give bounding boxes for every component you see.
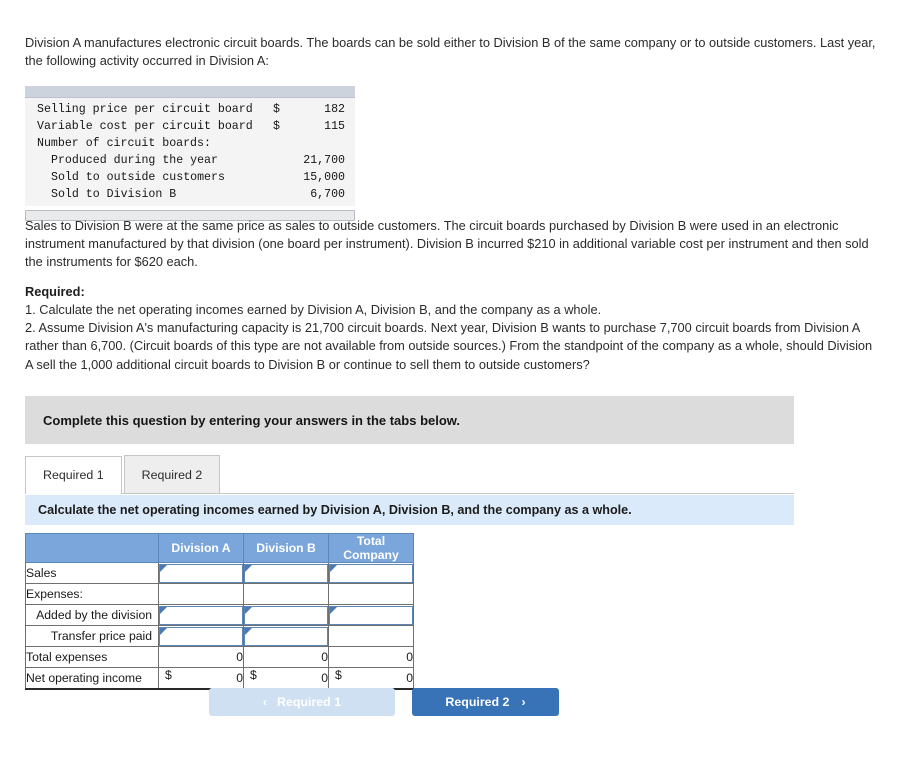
exhibit-row: Sold to Division B 6,700	[25, 186, 355, 203]
exhibit-row-value: 15,000	[303, 171, 345, 185]
computed-money-cell: $0	[158, 667, 244, 690]
empty-cell	[328, 583, 414, 605]
answer-table-header-row: Division A Division B Total Company	[25, 533, 414, 563]
exhibit-top-bar	[25, 86, 355, 98]
row-label: Expenses:	[25, 583, 159, 605]
required-block: Required: 1. Calculate the net operating…	[25, 283, 873, 374]
money-value: 0	[406, 670, 413, 685]
answer-input-cell[interactable]	[328, 604, 414, 626]
previous-button-label: Required 1	[277, 695, 342, 709]
answer-table-row: Total expenses 0 0 0	[25, 646, 414, 668]
exhibit-row-label: Number of circuit boards:	[37, 137, 211, 151]
answer-input-box[interactable]	[159, 605, 243, 625]
intro-paragraph: Division A manufactures electronic circu…	[25, 35, 876, 69]
money-value: 0	[236, 670, 243, 685]
computed-value-cell: 0	[243, 646, 329, 668]
exhibit-data-table: Selling price per circuit board $182 Varia…	[25, 98, 355, 207]
chevron-right-icon: ›	[521, 695, 526, 709]
answer-table-row: Net operating income $0 $0 $0	[25, 667, 414, 690]
empty-cell	[158, 583, 244, 605]
column-header-division-a: Division A	[158, 533, 244, 563]
row-label: Transfer price paid	[25, 625, 159, 647]
answer-input-box[interactable]	[159, 626, 243, 646]
answer-table-row: Added by the division	[25, 604, 414, 626]
answer-input-box[interactable]	[329, 563, 413, 583]
computed-value-cell: 0	[328, 646, 414, 668]
tab-label: Required 1	[43, 468, 104, 482]
tab-required-2[interactable]: Required 2	[123, 455, 221, 493]
exhibit-row-value: 21,700	[303, 154, 345, 168]
currency-symbol: $	[335, 668, 342, 682]
tab-required-1[interactable]: Required 1	[25, 456, 122, 494]
instruction-banner: Complete this question by entering your …	[25, 396, 794, 444]
exhibit-row-value: 115	[324, 120, 345, 134]
tab-strip: Required 1 Required 2	[25, 452, 794, 494]
row-label: Added by the division	[25, 604, 159, 626]
answer-input-box[interactable]	[244, 563, 328, 583]
answer-input-box[interactable]	[244, 626, 328, 646]
exhibit-row-label: Sold to outside customers	[51, 171, 225, 185]
scenario-paragraph: Sales to Division B were at the same pri…	[25, 218, 869, 270]
column-header-total-company: Total Company	[328, 533, 414, 563]
exhibit-row-currency: $	[273, 103, 280, 116]
answer-input-box[interactable]	[329, 605, 413, 625]
answer-input-box[interactable]	[244, 605, 328, 625]
answer-table-row: Transfer price paid	[25, 625, 414, 647]
computed-value-cell: 0	[158, 646, 244, 668]
answer-input-cell[interactable]	[243, 604, 329, 626]
empty-cell	[328, 625, 414, 647]
chevron-left-icon: ‹	[262, 695, 268, 709]
exhibit-row: Selling price per circuit board $182	[25, 101, 355, 118]
next-button-label: Required 2	[445, 695, 510, 709]
exhibit-row-label: Variable cost per circuit board	[37, 120, 253, 134]
exhibit-row: Sold to outside customers 15,000	[25, 169, 355, 186]
answer-table-row: Expenses:	[25, 583, 414, 605]
exhibit-row-label: Produced during the year	[51, 154, 218, 168]
currency-symbol: $	[165, 668, 172, 682]
required-heading: Required:	[25, 284, 85, 299]
column-header-division-b: Division B	[243, 533, 329, 563]
exhibit-row-value: 6,700	[310, 188, 345, 202]
question-page: Division A manufactures electronic circu…	[0, 0, 912, 778]
exhibit-panel: Selling price per circuit board $182 Varia…	[25, 86, 355, 222]
row-label: Net operating income	[25, 667, 159, 690]
computed-money-cell: $0	[243, 667, 329, 690]
exhibit-row-value: 182	[324, 103, 345, 116]
exhibit-row: Number of circuit boards:	[25, 135, 355, 152]
answer-input-cell[interactable]	[243, 625, 329, 647]
tab-subtitle-bar: Calculate the net operating incomes earn…	[25, 495, 794, 525]
exhibit-row-currency: $	[273, 120, 280, 134]
answer-table: Division A Division B Total Company Sale…	[25, 533, 414, 690]
answer-input-cell[interactable]	[158, 562, 244, 584]
answer-input-box[interactable]	[159, 563, 243, 583]
exhibit-row-label: Selling price per circuit board	[37, 103, 253, 116]
answer-table-row: Sales	[25, 562, 414, 584]
column-header-blank	[25, 533, 159, 563]
required-item-1: 1. Calculate the net operating incomes e…	[25, 302, 602, 318]
row-label: Sales	[25, 562, 159, 584]
answer-input-cell[interactable]	[328, 562, 414, 584]
required-item-2: 2. Assume Division A's manufacturing cap…	[25, 320, 873, 372]
computed-money-cell: $0	[328, 667, 414, 690]
answer-input-cell[interactable]	[243, 562, 329, 584]
money-value: 0	[321, 670, 328, 685]
exhibit-row: Variable cost per circuit board $115	[25, 118, 355, 135]
next-required-2-button[interactable]: Required 2 ›	[412, 688, 559, 716]
exhibit-row-label: Sold to Division B	[51, 188, 177, 202]
row-label: Total expenses	[25, 646, 159, 668]
previous-required-1-button[interactable]: ‹ Required 1	[209, 688, 395, 716]
tab-label: Required 2	[141, 467, 203, 482]
exhibit-row: Produced during the year 21,700	[25, 152, 355, 169]
currency-symbol: $	[250, 668, 257, 682]
answer-input-cell[interactable]	[158, 604, 244, 626]
navigation-bar: ‹ Required 1 Required 2 ›	[0, 688, 912, 718]
answer-input-cell[interactable]	[158, 625, 244, 647]
empty-cell	[243, 583, 329, 605]
